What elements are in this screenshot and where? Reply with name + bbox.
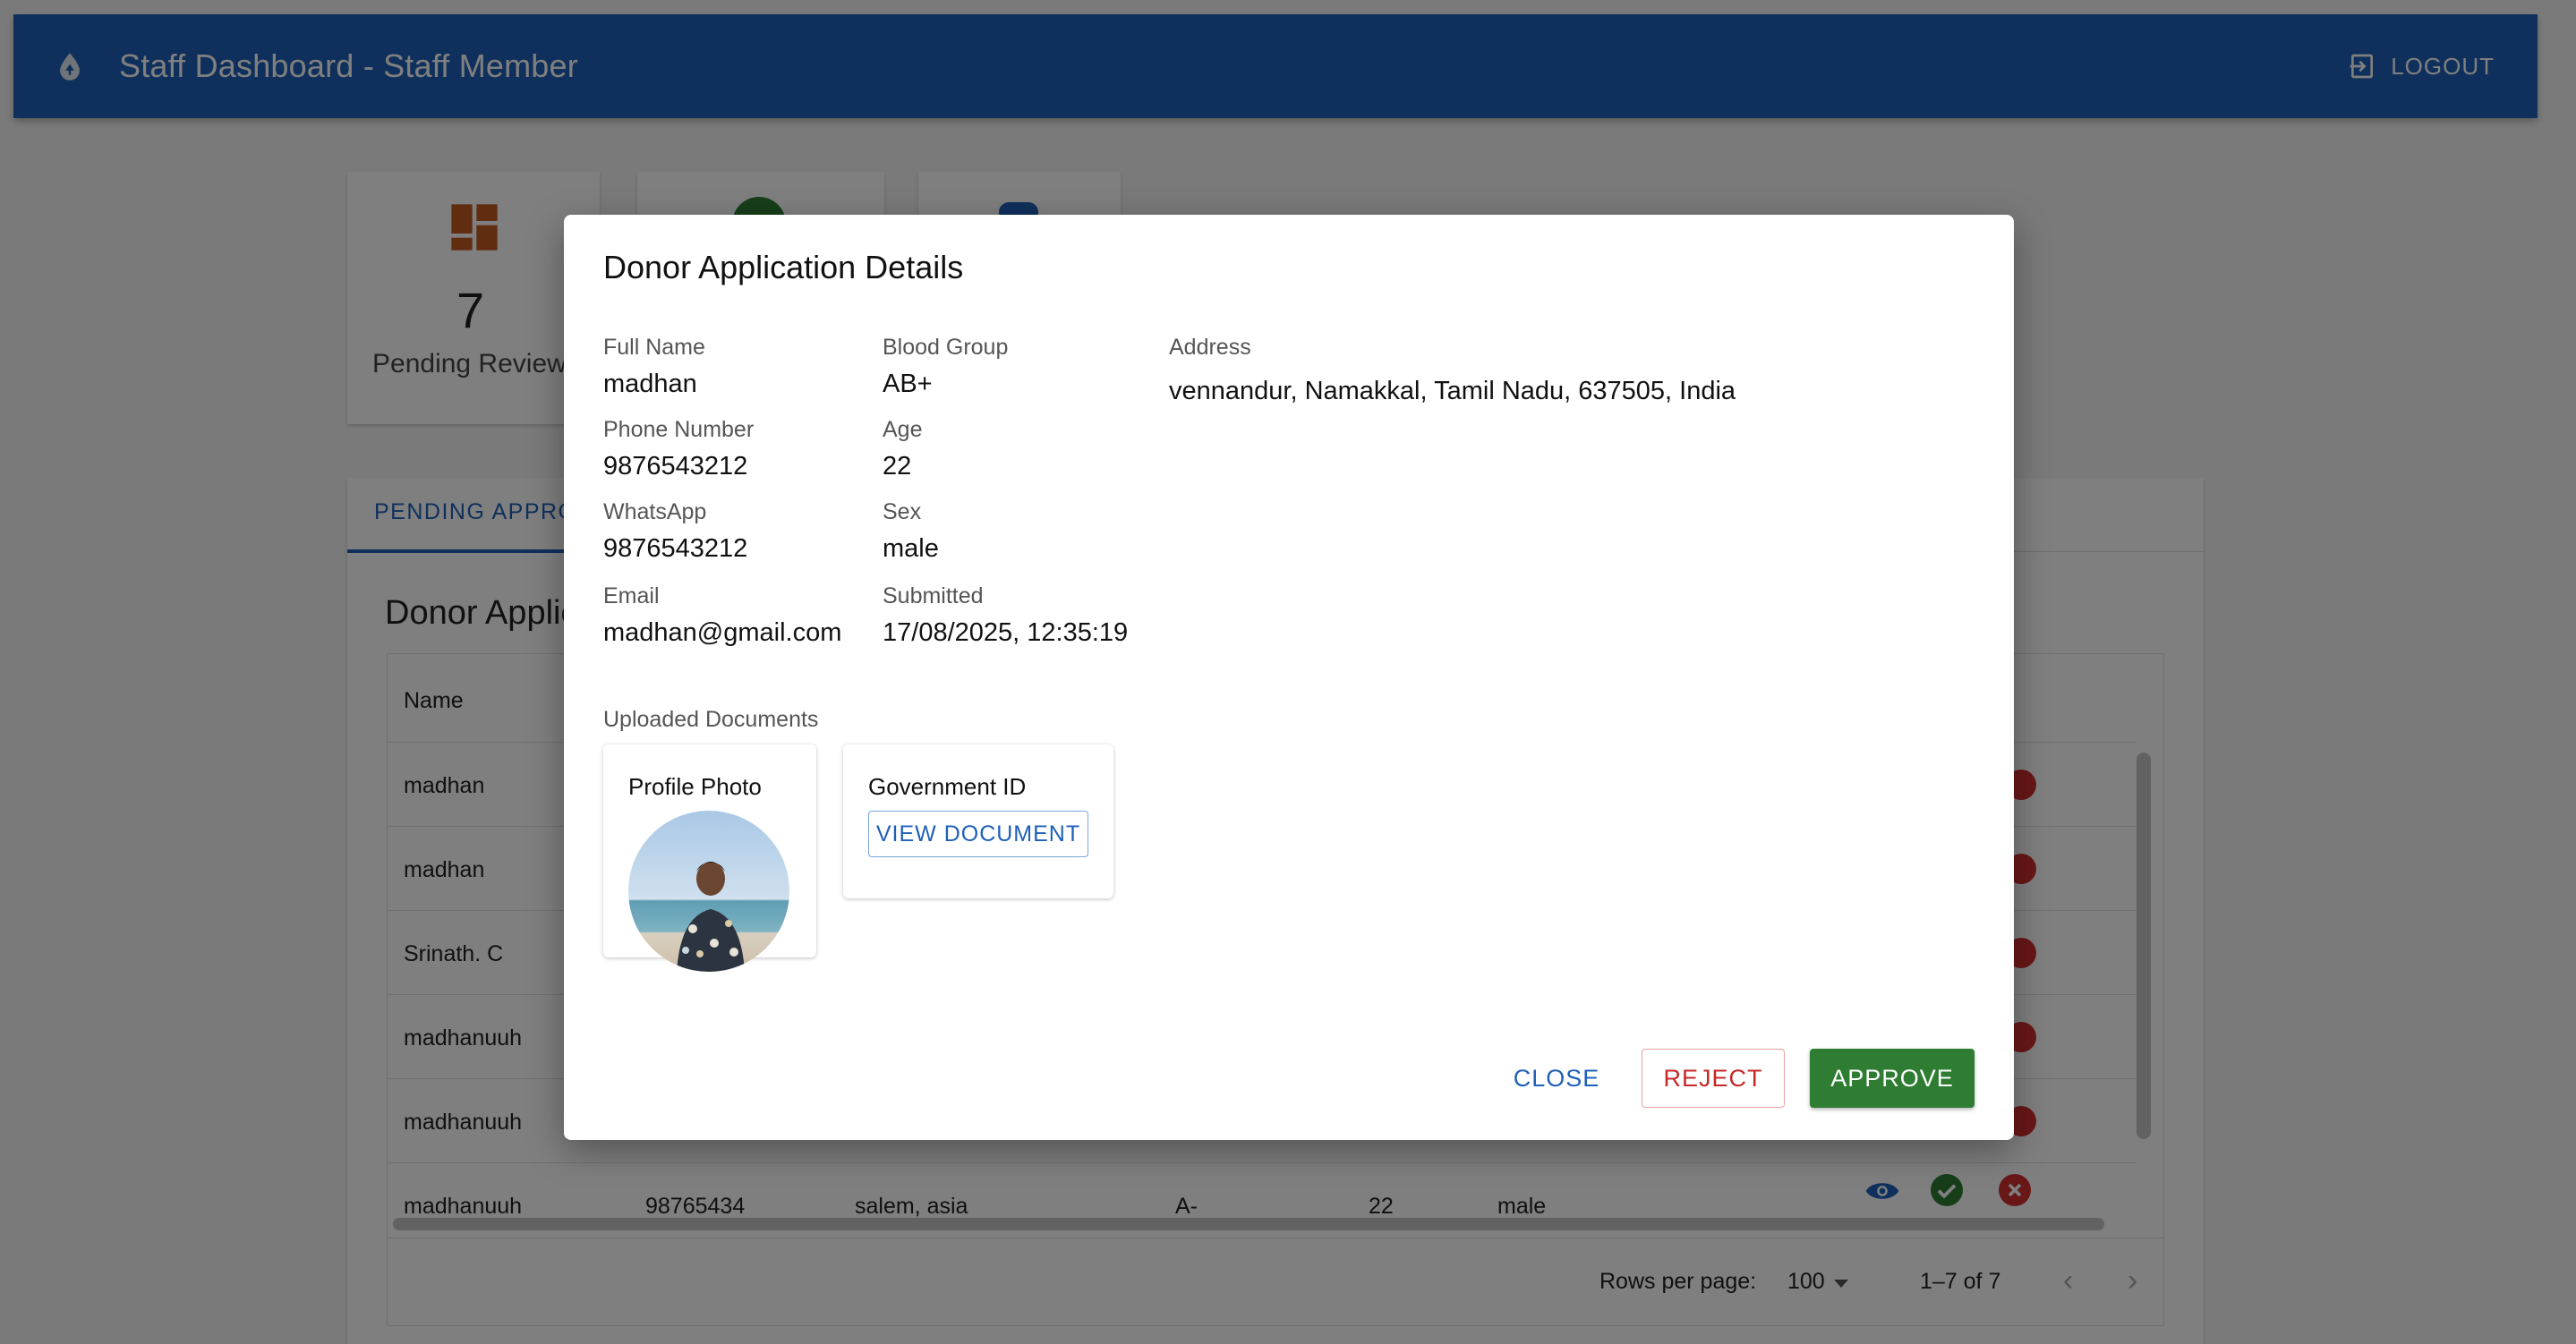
field-label: Submitted <box>883 583 984 608</box>
profile-photo[interactable] <box>628 811 789 972</box>
government-id-title: Government ID <box>868 773 1027 800</box>
profile-photo-title: Profile Photo <box>628 773 762 800</box>
field-full-name: Full Name madhan <box>603 335 705 399</box>
profile-photo-image <box>628 811 789 972</box>
field-value: madhan <box>603 370 697 398</box>
field-value: madhan@gmail.com <box>603 618 842 647</box>
field-sex: Sex male <box>883 499 939 564</box>
field-value: 9876543212 <box>603 452 748 481</box>
field-value: AB+ <box>883 370 933 398</box>
field-address: Address vennandur, Namakkal, Tamil Nadu,… <box>1169 335 1736 406</box>
field-phone: Phone Number 9876543212 <box>603 417 754 481</box>
field-whatsapp: WhatsApp 9876543212 <box>603 499 747 564</box>
field-value: 22 <box>883 452 912 481</box>
field-label: WhatsApp <box>603 499 707 524</box>
field-email: Email madhan@gmail.com <box>603 583 841 648</box>
close-button[interactable]: CLOSE <box>1507 1049 1606 1108</box>
field-label: Phone Number <box>603 417 755 442</box>
field-label: Age <box>883 417 923 442</box>
view-document-button[interactable]: VIEW DOCUMENT <box>868 811 1088 857</box>
approve-button[interactable]: APPROVE <box>1810 1049 1975 1108</box>
field-value: 17/08/2025, 12:35:19 <box>883 618 1129 647</box>
field-value: male <box>883 534 939 563</box>
field-age: Age 22 <box>883 417 922 481</box>
field-label: Full Name <box>603 335 705 360</box>
field-label: Address <box>1169 335 1251 360</box>
field-value: 9876543212 <box>603 534 748 563</box>
dialog-title: Donor Application Details <box>603 249 964 285</box>
field-submitted: Submitted 17/08/2025, 12:35:19 <box>883 583 1128 648</box>
field-blood-group: Blood Group AB+ <box>883 335 1008 399</box>
reject-button[interactable]: REJECT <box>1642 1049 1785 1108</box>
field-label: Sex <box>883 499 922 524</box>
government-id-card: Government ID VIEW DOCUMENT <box>843 744 1113 898</box>
field-label: Blood Group <box>883 335 1009 360</box>
uploaded-documents-label: Uploaded Documents <box>603 707 819 732</box>
profile-photo-card: Profile Photo <box>603 744 816 972</box>
field-label: Email <box>603 583 660 608</box>
field-value: vennandur, Namakkal, Tamil Nadu, 637505,… <box>1169 377 1736 405</box>
donor-details-dialog: Donor Application Details Full Name madh… <box>564 215 2014 1140</box>
